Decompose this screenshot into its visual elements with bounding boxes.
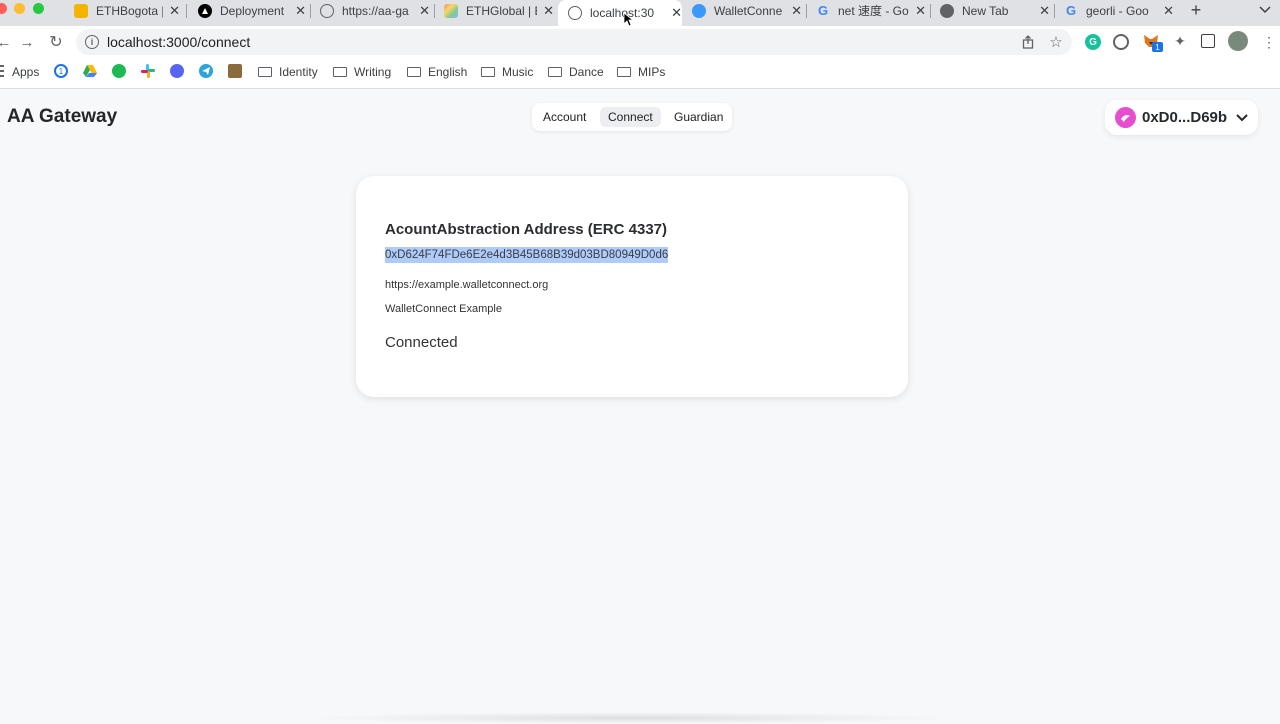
account-button[interactable]: 0xD0...D69b bbox=[1105, 100, 1258, 135]
close-tab-icon[interactable]: ✕ bbox=[791, 3, 802, 19]
bookmark-folder-music[interactable]: Music bbox=[481, 64, 533, 80]
main-nav: Account Connect Guardian bbox=[532, 103, 732, 131]
browser-tab[interactable]: https://aa-ga ✕ bbox=[312, 0, 430, 21]
close-tab-icon[interactable]: ✕ bbox=[419, 3, 430, 19]
globe-icon bbox=[320, 3, 334, 18]
back-arrow-icon[interactable]: ← bbox=[0, 32, 12, 52]
profile-avatar[interactable] bbox=[1228, 31, 1248, 51]
slides-icon bbox=[74, 3, 88, 18]
maximize-window-button[interactable] bbox=[33, 3, 44, 14]
onepassword-icon[interactable]: 1 bbox=[54, 64, 68, 78]
connection-card: AcountAbstraction Address (ERC 4337) 0xD… bbox=[356, 176, 908, 397]
folder-icon bbox=[407, 67, 421, 77]
tab-separator bbox=[806, 4, 807, 18]
close-tab-icon[interactable]: ✕ bbox=[671, 5, 682, 21]
close-window-button[interactable] bbox=[0, 3, 7, 14]
notebook-bookmark-icon[interactable] bbox=[228, 64, 242, 78]
account-address: 0xD0...D69b bbox=[1142, 109, 1228, 126]
browser-tab[interactable]: Deployment ✕ bbox=[188, 0, 306, 21]
browser-tab-active[interactable]: localhost:30 ✕ bbox=[558, 0, 682, 26]
close-tab-icon[interactable]: ✕ bbox=[543, 3, 554, 19]
browser-tab[interactable]: G net 速度 - Go ✕ bbox=[808, 0, 926, 21]
close-tab-icon[interactable]: ✕ bbox=[1039, 3, 1050, 19]
browser-tab[interactable]: New Tab ✕ bbox=[932, 0, 1050, 21]
bookmarks-bar: Apps 1 Identity Writing English Music Da… bbox=[0, 58, 1280, 89]
google-drive-icon[interactable] bbox=[82, 64, 98, 78]
folder-icon bbox=[481, 67, 495, 77]
network-avatar-icon bbox=[1115, 107, 1136, 128]
folder-icon bbox=[617, 67, 631, 77]
site-info-icon[interactable]: i bbox=[85, 35, 99, 49]
folder-icon bbox=[258, 67, 272, 77]
close-tab-icon[interactable]: ✕ bbox=[295, 3, 306, 19]
aa-address[interactable]: 0xD624F74FDe6E2e4d3B45B68B39d03BD80949D0… bbox=[385, 247, 669, 263]
chevron-down-icon bbox=[1235, 112, 1249, 124]
browser-tab[interactable]: ETHBogota | ✕ bbox=[64, 0, 180, 21]
apps-grid-icon bbox=[0, 65, 4, 79]
browser-menu-icon[interactable]: ⋮ bbox=[1262, 32, 1276, 52]
spotify-icon[interactable] bbox=[112, 64, 126, 78]
nav-guardian[interactable]: Guardian bbox=[666, 107, 731, 127]
browser-tab[interactable]: ETHGlobal | E ✕ bbox=[436, 0, 554, 21]
bookmark-folder-english[interactable]: English bbox=[407, 64, 467, 80]
close-tab-icon[interactable]: ✕ bbox=[169, 3, 180, 19]
dapp-name: WalletConnect Example bbox=[385, 303, 502, 315]
telegram-icon[interactable] bbox=[199, 64, 213, 78]
tab-search-chevron-icon[interactable] bbox=[1258, 2, 1272, 18]
dapp-url: https://example.walletconnect.org bbox=[385, 279, 549, 291]
new-tab-plus-icon[interactable]: + bbox=[1186, 0, 1206, 20]
chrome-icon bbox=[940, 3, 954, 18]
folder-icon bbox=[333, 67, 347, 77]
ethglobal-icon bbox=[444, 3, 458, 18]
bookmark-folder-dance[interactable]: Dance bbox=[548, 64, 604, 80]
walletconnect-icon bbox=[692, 3, 706, 18]
bookmark-folder-identity[interactable]: Identity bbox=[258, 64, 318, 80]
nav-account[interactable]: Account bbox=[535, 107, 594, 127]
app-brand: AA Gateway bbox=[7, 106, 118, 127]
connection-status: Connected bbox=[385, 334, 458, 351]
forward-arrow-icon[interactable]: → bbox=[17, 32, 37, 52]
address-bar[interactable]: i localhost:3000/connect ☆ bbox=[76, 29, 1072, 55]
bookmark-folder-mips[interactable]: MIPs bbox=[617, 64, 665, 80]
nav-connect[interactable]: Connect bbox=[600, 107, 661, 127]
bookmark-folder-writing[interactable]: Writing bbox=[333, 64, 391, 80]
slack-icon[interactable] bbox=[141, 64, 155, 78]
browser-tab[interactable]: G georli - Goo ✕ bbox=[1056, 0, 1174, 21]
extensions-puzzle-icon[interactable]: ✦ bbox=[1172, 33, 1188, 49]
vercel-icon bbox=[198, 3, 212, 18]
card-title: AcountAbstraction Address (ERC 4337) bbox=[385, 221, 667, 238]
extension-badge: 1 bbox=[1152, 42, 1163, 52]
side-panel-icon[interactable] bbox=[1201, 34, 1215, 48]
bottom-shadow bbox=[300, 712, 960, 724]
globe-icon bbox=[568, 6, 582, 20]
share-icon[interactable] bbox=[1020, 34, 1036, 50]
tab-separator bbox=[434, 4, 435, 18]
apps-bookmark[interactable]: Apps bbox=[0, 64, 39, 80]
password-manager-icon[interactable] bbox=[1113, 34, 1129, 50]
discord-icon[interactable] bbox=[170, 64, 184, 78]
close-tab-icon[interactable]: ✕ bbox=[915, 3, 926, 19]
tab-separator bbox=[930, 4, 931, 18]
tab-separator bbox=[310, 4, 311, 18]
bookmark-star-icon[interactable]: ☆ bbox=[1048, 33, 1064, 51]
address-text: localhost:3000/connect bbox=[107, 34, 251, 50]
google-icon: G bbox=[1065, 3, 1077, 18]
browser-tab[interactable]: WalletConne ✕ bbox=[684, 0, 802, 21]
google-icon: G bbox=[817, 3, 829, 18]
folder-icon bbox=[548, 67, 562, 77]
mouse-cursor-icon bbox=[624, 13, 634, 27]
tab-separator bbox=[1054, 4, 1055, 18]
browser-toolbar: ← → ↻ i localhost:3000/connect ☆ G 1 ✦ ⋮ bbox=[0, 26, 1280, 58]
minimize-window-button[interactable] bbox=[14, 3, 25, 14]
browser-tab-strip: ETHBogota | ✕ Deployment ✕ https://aa-ga… bbox=[0, 0, 1280, 26]
grammarly-icon[interactable]: G bbox=[1085, 34, 1101, 50]
close-tab-icon[interactable]: ✕ bbox=[1163, 3, 1174, 19]
reload-icon[interactable]: ↻ bbox=[46, 32, 66, 52]
tab-separator bbox=[186, 4, 187, 18]
